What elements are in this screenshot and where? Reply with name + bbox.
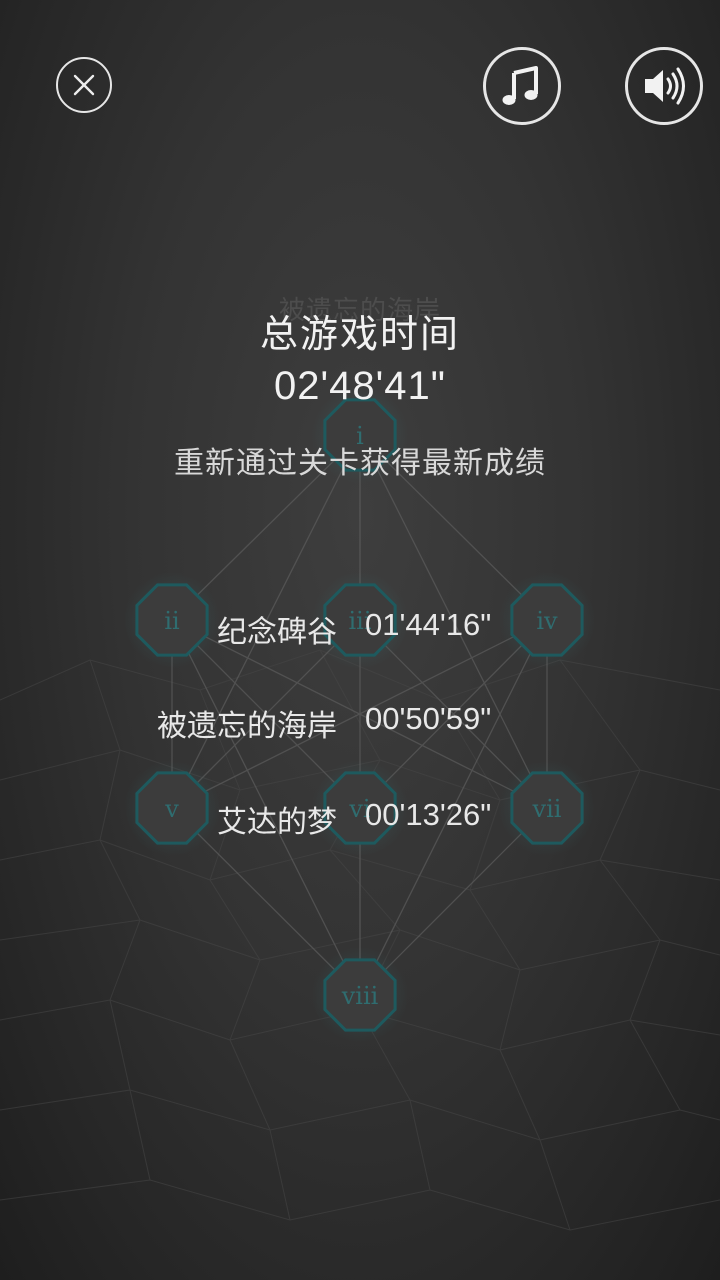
record-row: 被遗忘的海岸 00'50'59" [0, 701, 720, 744]
record-time: 01'44'16" [365, 607, 492, 642]
replay-hint: 重新通过关卡获得最新成绩 [174, 446, 546, 481]
record-time: 00'13'26" [365, 797, 492, 832]
total-play-time: 02'48'41" [274, 364, 446, 408]
close-button[interactable] [56, 57, 112, 113]
music-toggle-button[interactable] [483, 47, 561, 125]
record-name: 被遗忘的海岸 [157, 709, 337, 744]
level-node-label: viii [341, 982, 379, 1010]
record-name: 艾达的梦 [217, 805, 337, 840]
speaker-icon [645, 67, 685, 105]
close-icon [73, 74, 95, 96]
record-row: 纪念碑谷 01'44'16" [0, 607, 720, 650]
record-time: 00'50'59" [365, 701, 492, 736]
record-name: 纪念碑谷 [217, 615, 337, 650]
sound-toggle-button[interactable] [625, 47, 703, 125]
summary-title: 总游戏时间 [259, 312, 460, 356]
music-note-icon [502, 66, 538, 105]
level-node-viii[interactable]: viii [312, 947, 408, 1043]
record-row: 艾达的梦 00'13'26" [0, 797, 720, 840]
